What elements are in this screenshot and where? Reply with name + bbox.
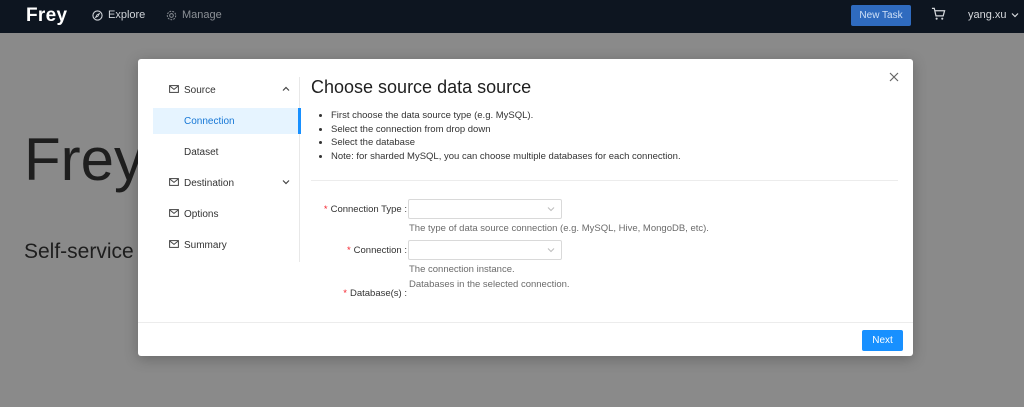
hero-subtitle: Self-service [24,240,134,263]
wizard-steps-menu: Source Connection Dataset Destination Op… [153,77,301,262]
step-source-label: Source [184,84,216,96]
footer-divider [138,322,913,323]
databases-label: * Database(s) : [343,288,407,299]
step-destination-label: Destination [184,177,235,189]
mail-icon [169,240,179,248]
step-dataset[interactable]: Dataset [153,139,300,165]
required-marker: * [346,245,351,256]
step-connection-label: Connection [184,115,235,127]
nav-explore-label: Explore [108,9,146,21]
list-item: First choose the data source type (e.g. … [331,109,899,123]
new-task-button[interactable]: New Task [851,5,911,26]
required-marker: * [323,204,328,215]
list-item: Note: for sharded MySQL, you can choose … [331,150,899,164]
step-options[interactable]: Options [153,201,300,227]
step-summary-label: Summary [184,239,227,251]
step-connection[interactable]: Connection [153,108,301,134]
user-menu[interactable]: yang.xu [968,9,1019,21]
cart-button[interactable] [931,7,946,26]
nav-explore[interactable]: Explore [92,9,145,21]
compass-icon [92,9,103,21]
step-destination[interactable]: Destination [153,170,300,196]
nav-manage-label: Manage [182,9,222,21]
required-marker: * [343,288,347,299]
instructions-list: First choose the data source type (e.g. … [311,109,899,163]
chevron-down-icon [1011,13,1018,18]
mail-icon [169,209,179,217]
nav-manage[interactable]: Manage [166,9,222,21]
list-item: Select the database [331,136,899,150]
next-button[interactable]: Next [862,330,903,351]
connection-label: * Connection : [346,245,407,256]
source-modal: Source Connection Dataset Destination Op… [138,59,913,356]
hero-title: Frey [24,126,144,193]
connection-select[interactable] [408,240,562,260]
step-source[interactable]: Source [153,77,300,103]
connection-type-select[interactable] [408,199,562,219]
chevron-down-icon [547,248,555,253]
chevron-down-icon [282,180,290,185]
connection-type-hint: The type of data source connection (e.g.… [409,223,709,234]
brand-logo[interactable]: Frey [26,5,67,27]
connection-hint: The connection instance. [409,264,515,275]
databases-hint: Databases in the selected connection. [409,279,570,290]
cart-icon [931,7,946,20]
step-options-label: Options [184,208,219,220]
top-nav-bar: Frey Explore Manage New Task yang.xu [0,0,1024,33]
connection-type-label: * Connection Type : [323,204,407,215]
step-dataset-label: Dataset [184,146,219,158]
user-name: yang.xu [968,9,1007,21]
mail-icon [169,85,179,93]
modal-title: Choose source data source [311,77,532,97]
mail-icon [169,178,179,186]
chevron-down-icon [547,207,555,212]
modal-content: Choose source data source First choose t… [311,77,899,163]
chevron-up-icon [282,86,290,91]
gear-icon [166,10,177,20]
list-item: Select the connection from drop down [331,123,899,137]
step-summary[interactable]: Summary [153,232,300,258]
section-divider [311,180,898,181]
